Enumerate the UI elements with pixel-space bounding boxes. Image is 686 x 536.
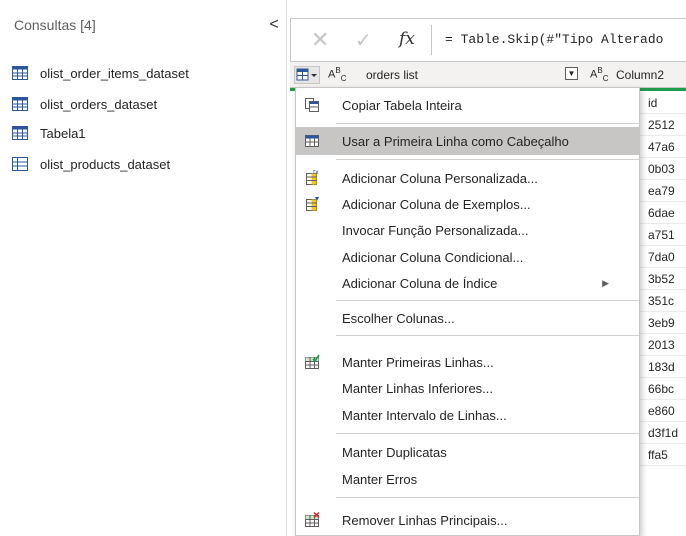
- commit-formula-button[interactable]: ✓: [355, 28, 372, 53]
- table-context-menu: Copiar Tabela Inteira Usar a Primeira Li…: [295, 87, 640, 536]
- menu-item-label: Escolher Colunas...: [342, 310, 455, 326]
- table-cell[interactable]: 3b52: [640, 268, 686, 290]
- menu-item-remove-top-rows[interactable]: Remover Linhas Principais...: [296, 506, 639, 534]
- table-cell[interactable]: 47a6: [640, 136, 686, 158]
- menu-item-copy-table[interactable]: Copiar Tabela Inteira: [296, 91, 639, 119]
- query-label: Tabela1: [40, 125, 86, 141]
- table-cell[interactable]: 0b03: [640, 158, 686, 180]
- menu-item-label: Remover Linhas Principais...: [342, 512, 508, 528]
- menu-item-label: Adicionar Coluna Personalizada...: [342, 170, 538, 186]
- table-cell[interactable]: d3f1d: [640, 422, 686, 444]
- remove-rows-icon: [305, 512, 320, 527]
- menu-item-keep-errors[interactable]: Manter Erros: [296, 465, 639, 493]
- collapse-pane-button[interactable]: <: [266, 16, 282, 34]
- query-item-olist-orders[interactable]: olist_orders_dataset: [12, 93, 157, 115]
- menu-item-label: Adicionar Coluna de Índice: [342, 275, 498, 291]
- menu-item-keep-duplicates[interactable]: Manter Duplicatas: [296, 438, 639, 466]
- table-cell[interactable]: 6dae: [640, 202, 686, 224]
- table-icon: [12, 97, 28, 111]
- menu-separator: [336, 123, 639, 124]
- text-type-icon[interactable]: ABC: [590, 66, 608, 83]
- table-cell[interactable]: 351c: [640, 290, 686, 312]
- table-icon: [12, 126, 28, 140]
- column-from-examples-icon: [306, 197, 319, 211]
- table-menu-button[interactable]: [294, 66, 320, 84]
- fx-icon[interactable]: fx: [399, 29, 415, 49]
- menu-item-label: Invocar Função Personalizada...: [342, 222, 529, 238]
- menu-item-add-index-column[interactable]: Adicionar Coluna de Índice ▶: [296, 269, 639, 297]
- menu-item-label: Copiar Tabela Inteira: [342, 97, 462, 113]
- formula-input[interactable]: = Table.Skip(#"Tipo Alterado: [445, 32, 663, 47]
- menu-separator: [336, 497, 639, 498]
- menu-separator: [336, 300, 639, 301]
- svg-text:fx: fx: [313, 170, 319, 176]
- cancel-formula-button[interactable]: ✕: [311, 27, 329, 53]
- query-label: olist_orders_dataset: [40, 96, 158, 112]
- table-cell[interactable]: ea79: [640, 180, 686, 202]
- keep-rows-icon: [305, 354, 320, 369]
- query-label: olist_order_items_dataset: [40, 65, 189, 81]
- column-header-orders-list[interactable]: orders list: [366, 68, 418, 82]
- table-cell[interactable]: 7da0: [640, 246, 686, 268]
- query-label: olist_products_dataset: [40, 156, 171, 172]
- menu-item-label: Manter Duplicatas: [342, 444, 447, 460]
- table-icon: [12, 66, 28, 80]
- menu-item-use-first-row-as-headers[interactable]: Usar a Primeira Linha como Cabeçalho: [296, 127, 639, 155]
- menu-item-keep-range-of-rows[interactable]: Manter Intervalo de Linhas...: [296, 401, 639, 429]
- text-type-icon[interactable]: ABC: [328, 66, 346, 83]
- table-cell[interactable]: 2013: [640, 334, 686, 356]
- table-cell[interactable]: 183d: [640, 356, 686, 378]
- table-cell[interactable]: ffa5: [640, 444, 686, 466]
- menu-item-add-conditional-column[interactable]: Adicionar Coluna Condicional...: [296, 243, 639, 271]
- filter-dropdown-icon[interactable]: ▼: [565, 67, 578, 80]
- menu-separator: [336, 159, 639, 160]
- column-header-row: ABC orders list ▼ ABC Column2: [290, 62, 686, 88]
- query-item-olist-order-items[interactable]: olist_order_items_dataset: [12, 62, 189, 84]
- table-grid-icon: [12, 157, 28, 171]
- menu-item-label: Adicionar Coluna Condicional...: [342, 249, 524, 265]
- queries-pane: Consultas [4] < olist_order_items_datase…: [0, 0, 287, 536]
- menu-item-label: Usar a Primeira Linha como Cabeçalho: [342, 133, 569, 149]
- menu-item-choose-columns[interactable]: Escolher Colunas...: [296, 304, 639, 332]
- formula-bar: ✕ ✓ fx = Table.Skip(#"Tipo Alterado: [290, 18, 686, 62]
- header-row-icon: [305, 135, 319, 147]
- menu-item-keep-top-rows[interactable]: Manter Primeiras Linhas...: [296, 348, 639, 376]
- menu-item-add-custom-column[interactable]: fx Adicionar Coluna Personalizada...: [296, 164, 639, 192]
- menu-item-add-column-from-examples[interactable]: Adicionar Coluna de Exemplos...: [296, 190, 639, 218]
- formula-separator: [431, 25, 432, 55]
- column-header-column2[interactable]: Column2: [616, 68, 664, 82]
- table-cell[interactable]: id: [640, 92, 686, 114]
- menu-item-keep-bottom-rows[interactable]: Manter Linhas Inferiores...: [296, 374, 639, 402]
- menu-item-label: Manter Erros: [342, 471, 418, 487]
- query-item-tabela1[interactable]: Tabela1: [12, 122, 86, 144]
- custom-column-icon: fx: [306, 170, 319, 185]
- table-cell[interactable]: 2512: [640, 114, 686, 136]
- copy-table-icon: [305, 98, 319, 112]
- submenu-arrow-icon: ▶: [602, 277, 609, 288]
- table-menu-icon: [296, 68, 317, 81]
- menu-item-label: Adicionar Coluna de Exemplos...: [342, 196, 531, 212]
- table-cell[interactable]: 66bc: [640, 378, 686, 400]
- menu-separator: [336, 433, 639, 434]
- menu-item-label: Manter Intervalo de Linhas...: [342, 407, 507, 423]
- menu-item-label: Manter Primeiras Linhas...: [342, 354, 494, 370]
- table-cell[interactable]: a751: [640, 224, 686, 246]
- query-item-olist-products[interactable]: olist_products_dataset: [12, 153, 170, 175]
- menu-item-label: Manter Linhas Inferiores...: [342, 380, 494, 396]
- menu-item-invoke-custom-function[interactable]: Invocar Função Personalizada...: [296, 216, 639, 244]
- table-cell[interactable]: e860: [640, 400, 686, 422]
- menu-separator: [336, 335, 639, 336]
- table-cell[interactable]: 3eb9: [640, 312, 686, 334]
- queries-header: Consultas [4]: [14, 17, 96, 33]
